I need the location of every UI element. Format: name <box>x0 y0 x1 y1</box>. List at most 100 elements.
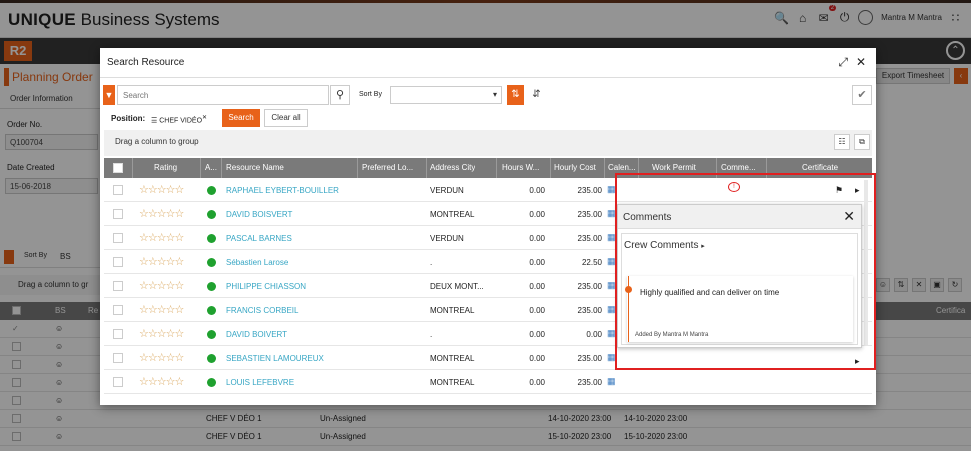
rating-stars[interactable]: ☆☆☆☆☆ <box>139 231 184 244</box>
table-row[interactable]: ☆☆☆☆☆ SEBASTIEN LAMOUREUX MONTREAL 0.00 … <box>104 346 872 370</box>
header-hours-worked[interactable]: Hours W... <box>502 163 548 172</box>
comment-text: Highly qualified and can deliver on time <box>640 288 780 297</box>
hours-worked: 0.00 <box>529 186 545 195</box>
bookmark-icon[interactable]: ⚑ <box>835 185 843 196</box>
hourly-cost: 22.50 <box>581 258 602 267</box>
address-city: . <box>430 258 433 267</box>
row-checkbox[interactable] <box>113 329 123 339</box>
row-checkbox[interactable] <box>113 353 123 363</box>
check-icon[interactable]: ✔ <box>852 85 872 105</box>
rating-stars[interactable]: ☆☆☆☆☆ <box>139 327 184 340</box>
caret-right-icon[interactable]: ▸ <box>855 356 860 367</box>
sort-ascending-button[interactable]: ⇅ <box>507 85 524 105</box>
column-separator <box>132 158 133 178</box>
calendar-icon[interactable]: ▦ <box>607 232 616 243</box>
calendar-icon[interactable]: ▦ <box>607 352 616 363</box>
row-checkbox[interactable] <box>113 185 123 195</box>
calendar-icon[interactable]: ▦ <box>607 376 616 387</box>
expand-icon[interactable]: ⤢ <box>838 55 848 70</box>
availability-dot <box>207 186 216 195</box>
header-comments[interactable]: Comme... <box>721 163 765 172</box>
availability-dot <box>207 282 216 291</box>
row-checkbox[interactable] <box>113 209 123 219</box>
sort-descending-button[interactable]: ⇵ <box>528 85 545 105</box>
comments-title: Comments <box>623 212 672 223</box>
group-text: Drag a column to group <box>115 137 199 146</box>
divider <box>100 77 876 78</box>
grid-scrollbar[interactable] <box>864 180 868 345</box>
search-input[interactable] <box>117 85 329 105</box>
hourly-cost: 235.00 <box>577 186 602 195</box>
row-checkbox[interactable] <box>113 305 123 315</box>
hourly-cost: 235.00 <box>577 234 602 243</box>
copy-icon[interactable]: ⧉ <box>854 134 870 150</box>
resource-name-link[interactable]: PHILIPPE CHIASSON <box>226 282 306 291</box>
close-icon[interactable]: ✕ <box>843 208 855 225</box>
hours-worked: 0.00 <box>529 234 545 243</box>
calendar-icon[interactable]: ▦ <box>607 208 616 219</box>
calendar-icon[interactable]: ▦ <box>607 256 616 267</box>
header-rating[interactable]: Rating <box>154 163 177 172</box>
close-icon[interactable]: ✕ <box>856 55 866 70</box>
filter-icon[interactable]: ▼ <box>103 85 115 105</box>
rating-stars[interactable]: ☆☆☆☆☆ <box>139 279 184 292</box>
address-city: MONTREAL <box>430 378 475 387</box>
resource-name-link[interactable]: DAVID BOIVERT <box>226 330 287 339</box>
resource-name-link[interactable]: SEBASTIEN LAMOUREUX <box>226 354 324 363</box>
chevron-down-icon: ▾ <box>492 90 497 99</box>
caret-right-icon[interactable]: ▸ <box>855 185 860 196</box>
rating-stars[interactable]: ☆☆☆☆☆ <box>139 375 184 388</box>
header-calendar[interactable]: Calen... <box>608 163 636 172</box>
columns-icon[interactable]: ☷ <box>834 134 850 150</box>
table-row[interactable]: ☆☆☆☆☆ LOUIS LEFEBVRE MONTREAL 0.00 235.0… <box>104 370 872 394</box>
resource-name-link[interactable]: PASCAL BARNES <box>226 234 292 243</box>
rating-stars[interactable]: ☆☆☆☆☆ <box>139 183 184 196</box>
address-city: MONTREAL <box>430 306 475 315</box>
column-separator <box>200 158 201 178</box>
clear-all-button[interactable]: Clear all <box>264 109 308 127</box>
crew-comments-toggle[interactable]: Crew Comments ▸ <box>624 240 705 251</box>
header-checkbox[interactable] <box>113 163 123 173</box>
comment-card: Highly qualified and can deliver on time… <box>625 276 853 342</box>
availability-dot <box>207 234 216 243</box>
resource-name-link[interactable]: FRANCIS CORBEIL <box>226 306 298 315</box>
header-preferred-location[interactable]: Preferred Lo... <box>362 163 424 172</box>
header-address-city[interactable]: Address City <box>430 163 475 172</box>
header-available[interactable]: A... <box>205 163 219 172</box>
row-checkbox[interactable] <box>113 281 123 291</box>
resource-name-link[interactable]: DAVID BOISVERT <box>226 210 292 219</box>
resource-name-link[interactable]: RAPHAEL EYBERT-BOUILLER <box>226 186 339 195</box>
column-separator <box>221 158 222 178</box>
address-city: . <box>430 330 433 339</box>
row-checkbox[interactable] <box>113 377 123 387</box>
resource-name-link[interactable]: Sébastien Larose <box>226 258 288 267</box>
row-checkbox[interactable] <box>113 233 123 243</box>
column-separator <box>766 158 767 178</box>
modal-title: Search Resource <box>107 57 185 68</box>
address-city: MONTREAL <box>430 210 475 219</box>
search-button[interactable]: Search <box>222 109 260 127</box>
header-work-permit[interactable]: Work Permit <box>652 163 696 172</box>
row-checkbox[interactable] <box>113 257 123 267</box>
address-city: VERDUN <box>430 234 464 243</box>
rating-stars[interactable]: ☆☆☆☆☆ <box>139 207 184 220</box>
calendar-icon[interactable]: ▦ <box>607 328 616 339</box>
search-icon[interactable]: ⚲ <box>330 85 350 105</box>
header-resource-name[interactable]: Resource Name <box>226 163 284 172</box>
header-certificate[interactable]: Certificate <box>802 163 838 172</box>
rating-stars[interactable]: ☆☆☆☆☆ <box>139 351 184 364</box>
comment-bubble-icon[interactable]: ! <box>728 182 740 192</box>
resource-name-link[interactable]: LOUIS LEFEBVRE <box>226 378 294 387</box>
calendar-icon[interactable]: ▦ <box>607 184 616 195</box>
header-hourly-cost[interactable]: Hourly Cost <box>554 163 596 172</box>
hourly-cost: 235.00 <box>577 306 602 315</box>
grid-header: Rating A... Resource Name Preferred Lo..… <box>104 158 872 178</box>
calendar-icon[interactable]: ▦ <box>607 280 616 291</box>
availability-dot <box>207 330 216 339</box>
rating-stars[interactable]: ☆☆☆☆☆ <box>139 303 184 316</box>
rating-stars[interactable]: ☆☆☆☆☆ <box>139 255 184 268</box>
calendar-icon[interactable]: ▦ <box>607 304 616 315</box>
hours-worked: 0.00 <box>529 258 545 267</box>
table-row[interactable]: ☆☆☆☆☆ RAPHAEL EYBERT-BOUILLER VERDUN 0.0… <box>104 178 872 202</box>
sort-by-select[interactable]: ▾ <box>390 86 502 104</box>
